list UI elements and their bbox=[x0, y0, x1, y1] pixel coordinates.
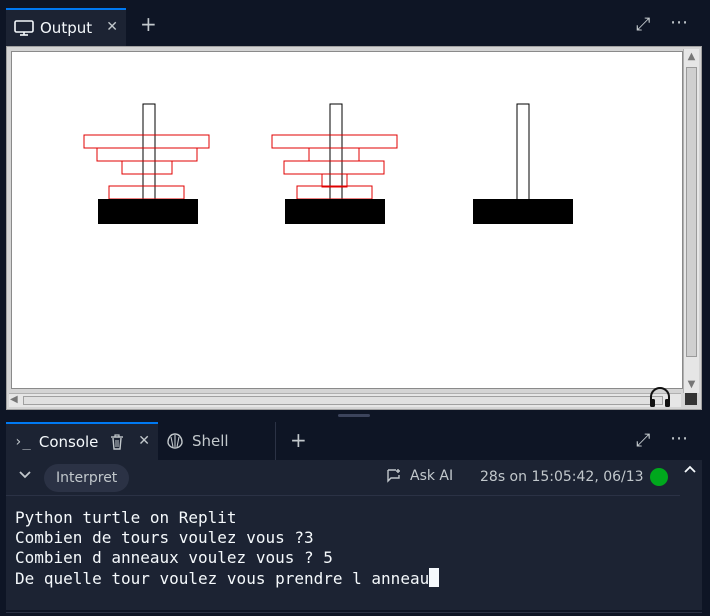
turtle-canvas bbox=[11, 51, 683, 389]
ask-ai-label: Ask AI bbox=[410, 468, 454, 484]
tower-2-peg bbox=[329, 103, 343, 205]
console-input-line[interactable]: De quelle tour voulez vous prendre l ann… bbox=[15, 568, 440, 589]
turtle-output-frame: ▲ ▼ ◀ bbox=[6, 46, 702, 410]
scrollbar-corner bbox=[685, 393, 697, 405]
vertical-scrollbar[interactable]: ▲ ▼ bbox=[683, 49, 699, 393]
horizontal-scrollbar[interactable]: ◀ bbox=[9, 393, 681, 407]
tab-shell[interactable]: Shell bbox=[158, 422, 276, 460]
console-toolbar: Interpret Ask AI 28s on 15:05:42, 06/13 bbox=[6, 460, 680, 496]
text-cursor bbox=[429, 568, 440, 587]
tower-3-peg bbox=[516, 103, 530, 201]
scroll-left-arrow-icon[interactable]: ◀ bbox=[10, 394, 18, 405]
tab-shell-label: Shell bbox=[192, 432, 229, 450]
close-icon[interactable]: ✕ bbox=[138, 433, 150, 449]
expand-icon[interactable]: ⤢ bbox=[636, 16, 650, 34]
ask-ai-icon bbox=[387, 469, 400, 483]
tower-2 bbox=[271, 103, 398, 224]
scroll-up-arrow-icon[interactable]: ▲ bbox=[686, 50, 697, 64]
trash-icon[interactable] bbox=[110, 434, 124, 450]
tower-1-base bbox=[98, 199, 198, 224]
turtle-drawing bbox=[83, 103, 573, 224]
add-tab-button[interactable]: + bbox=[140, 14, 157, 34]
monitor-icon bbox=[14, 20, 34, 36]
horizontal-scroll-thumb[interactable] bbox=[23, 396, 663, 405]
more-options-icon[interactable]: ⋯ bbox=[670, 14, 688, 32]
chevron-down-icon[interactable] bbox=[18, 468, 32, 482]
status-indicator bbox=[650, 468, 668, 486]
tower-3 bbox=[473, 103, 573, 224]
vertical-scroll-thumb[interactable] bbox=[686, 67, 697, 357]
console-panel: Interpret Ask AI 28s on 15:05:42, 06/13 … bbox=[6, 460, 680, 610]
chevron-up-icon[interactable] bbox=[683, 462, 697, 476]
console-line: De quelle tour voulez vous prendre l ann… bbox=[15, 569, 430, 588]
console-side-strip bbox=[680, 460, 702, 610]
tower-3-base bbox=[473, 199, 573, 224]
console-line: Combien de tours voulez vous ?3 bbox=[15, 528, 314, 547]
headphones-icon[interactable] bbox=[648, 386, 672, 408]
tab-output-label: Output bbox=[40, 19, 93, 37]
terminal-prompt-icon: ›_ bbox=[14, 434, 31, 450]
shell-icon bbox=[167, 433, 183, 449]
console-output[interactable]: Python turtle on Replit Combien de tours … bbox=[15, 508, 440, 589]
tab-output[interactable]: Output ✕ bbox=[6, 8, 126, 46]
console-line: Python turtle on Replit bbox=[15, 508, 237, 527]
expand-icon[interactable]: ⤢ bbox=[636, 432, 650, 450]
tower-2-base bbox=[285, 199, 385, 224]
add-tab-button[interactable]: + bbox=[290, 430, 307, 450]
close-icon[interactable]: ✕ bbox=[106, 19, 118, 35]
tab-console[interactable]: ›_ Console ✕ bbox=[6, 422, 158, 460]
interpret-button[interactable]: Interpret bbox=[44, 464, 130, 492]
run-status-text: 28s on 15:05:42, 06/13 bbox=[480, 469, 644, 485]
console-line: Combien d anneaux voulez vous ? 5 bbox=[15, 548, 333, 567]
scroll-down-arrow-icon[interactable]: ▼ bbox=[686, 378, 697, 392]
output-tab-bar: Output ✕ + ⤢ ⋯ bbox=[0, 0, 710, 46]
tab-console-label: Console bbox=[38, 433, 99, 451]
tower-1-peg bbox=[142, 103, 156, 205]
tower-1 bbox=[83, 103, 210, 224]
pane-resize-handle[interactable] bbox=[338, 414, 370, 417]
bottom-border bbox=[6, 612, 702, 613]
more-options-icon[interactable]: ⋯ bbox=[670, 430, 688, 448]
ask-ai-button[interactable]: Ask AI bbox=[386, 468, 453, 484]
